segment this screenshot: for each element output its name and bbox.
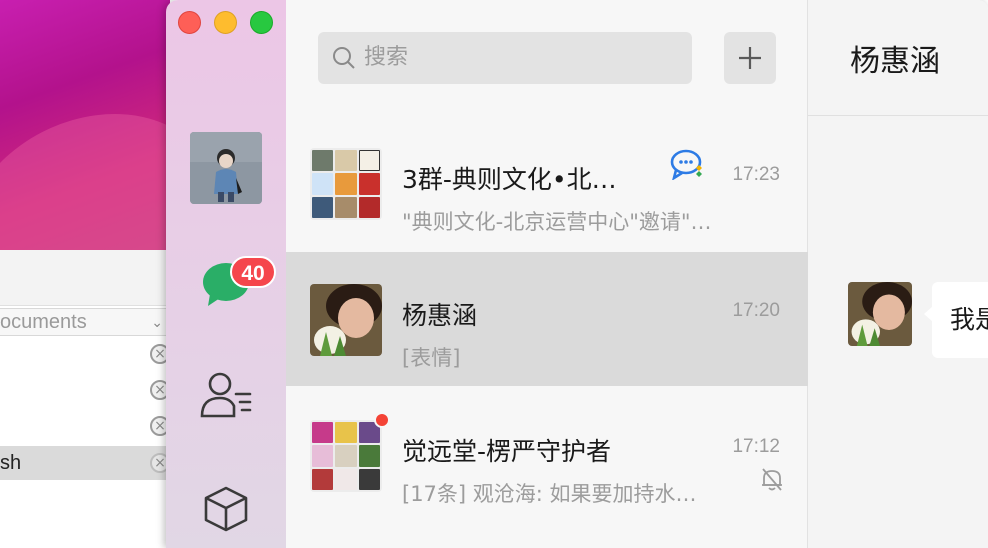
group-avatar [310,420,382,492]
chat-list-item[interactable]: 觉远堂-楞严守护者 17:12 [17条] 观沧海: 如果要加持水… [286,388,808,522]
mention-icon [670,149,702,180]
add-button[interactable] [724,32,776,84]
unread-count-badge: 40 [230,256,276,288]
zoom-window-button[interactable] [250,11,273,34]
chat-time: 17:12 [732,436,780,457]
finder-location-dropdown[interactable]: ocuments ⌄ [0,308,170,336]
finder-toolbar [0,250,170,306]
chat-preview: "典则文化-北京运营中心"邀请"… [402,210,712,234]
search-input[interactable]: 搜索 [318,32,692,84]
contacts-icon[interactable] [198,370,254,420]
chat-preview: [表情] [402,346,461,370]
conversation-title: 杨惠涵 [850,44,940,79]
search-icon [333,47,355,69]
search-placeholder: 搜索 [364,45,409,70]
chat-title: 3群-典则文化•北… [402,165,617,194]
chat-list-item-selected[interactable]: 杨惠涵 17:20 [表情] [286,252,808,386]
muted-bell-icon [762,468,782,491]
unread-dot [374,412,390,428]
close-window-button[interactable] [178,11,201,34]
plus-icon [739,47,761,69]
chat-title: 觉远堂-楞严守护者 [402,437,612,466]
contact-avatar [310,284,382,356]
chat-time: 17:20 [732,300,780,321]
minimize-window-button[interactable] [214,11,237,34]
desktop-wallpaper [0,0,170,250]
my-avatar[interactable] [190,132,262,204]
message-bubble[interactable]: 我是 [932,282,988,358]
finder-row-label: sh [0,452,22,474]
conversation-pane: 杨惠涵 我是 [808,0,988,548]
conversation-header: 杨惠涵 [808,0,988,116]
finder-selected-row[interactable]: sh [0,446,170,480]
chevron-down-icon: ⌄ [151,314,163,330]
chat-list-item[interactable]: 3群-典则文化•北… 17:23 "典则文化-北京运营中心"邀请"… [286,116,808,250]
chat-title: 杨惠涵 [402,301,478,330]
wechat-window: 40 搜索 3群-典则文化•北… 17:23 "典则文化-北京运营中心"邀请"…… [166,0,988,548]
mini-program-box-icon[interactable] [202,484,250,534]
finder-window: ocuments ⌄ × × × sh × [0,250,170,548]
sender-avatar[interactable] [848,282,912,346]
group-avatar [310,148,382,220]
nav-sidebar: 40 [166,0,286,548]
chat-time: 17:23 [732,164,780,185]
chat-preview: [17条] 观沧海: 如果要加持水… [402,482,697,506]
finder-location-label: ocuments [0,311,87,333]
chat-list-panel: 搜索 3群-典则文化•北… 17:23 "典则文化-北京运营中心"邀请"… 杨惠… [286,0,808,548]
